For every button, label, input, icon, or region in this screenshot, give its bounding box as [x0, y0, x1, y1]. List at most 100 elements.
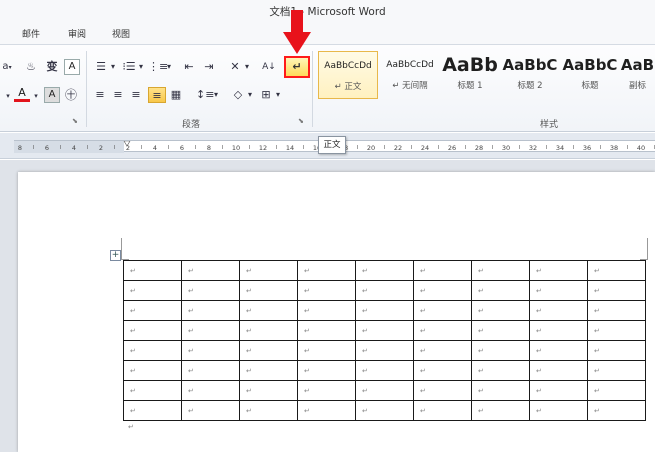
table-cell[interactable]: ↵: [471, 400, 530, 421]
document-table[interactable]: ↵ ↵ ↵ ↵ ↵ ↵ ↵ ↵ ↵ ↵ ↵ ↵ ↵ ↵ ↵ ↵ ↵ ↵ ↵ ↵ ↵ ↵ ↵ ↵ ↵ ↵ ↵ ↵ ↵ ↵ ↵ ↵ ↵ ↵ ↵ ↵ ↵ ↵ ↵ ↵…: [123, 260, 646, 421]
increase-indent-icon[interactable]: ⇥: [200, 59, 218, 75]
table-cell[interactable]: ↵: [181, 320, 240, 341]
table-cell[interactable]: ↵: [239, 360, 298, 381]
table-cell[interactable]: ↵: [181, 400, 240, 421]
align-center-icon[interactable]: ≡: [110, 87, 126, 103]
table-cell[interactable]: ↵: [239, 260, 298, 281]
bullets-dropdown-icon[interactable]: ▾: [109, 59, 117, 75]
table-cell[interactable]: ↵: [529, 340, 588, 361]
sort-button[interactable]: A↓: [260, 59, 278, 75]
table-cell[interactable]: ↵: [239, 300, 298, 321]
table-cell[interactable]: ↵: [471, 280, 530, 301]
table-cell[interactable]: ↵: [471, 380, 530, 401]
table-cell[interactable]: ↵: [529, 260, 588, 281]
table-cell[interactable]: ↵: [181, 340, 240, 361]
shading-dropdown-icon[interactable]: ▾: [246, 87, 254, 103]
table-cell[interactable]: ↵: [587, 340, 646, 361]
table-cell[interactable]: ↵: [529, 300, 588, 321]
table-cell[interactable]: ↵: [587, 280, 646, 301]
table-cell[interactable]: ↵: [123, 260, 182, 281]
table-cell[interactable]: ↵: [297, 340, 356, 361]
table-cell[interactable]: ↵: [587, 300, 646, 321]
enclosed-character-icon[interactable]: ㊉: [62, 87, 80, 103]
justify-icon[interactable]: ≡: [148, 87, 166, 103]
tab-mailings[interactable]: 邮件: [22, 27, 40, 40]
table-cell[interactable]: ↵: [413, 360, 472, 381]
table-cell[interactable]: ↵: [239, 400, 298, 421]
font-color-dropdown-icon[interactable]: ▾: [32, 88, 40, 104]
chinese-layout-icon[interactable]: ✕: [226, 59, 244, 75]
multilevel-dropdown-icon[interactable]: ▾: [165, 59, 173, 75]
table-cell[interactable]: ↵: [123, 280, 182, 301]
bullets-icon[interactable]: ☰: [92, 59, 110, 75]
table-cell[interactable]: ↵: [355, 360, 414, 381]
table-cell[interactable]: ↵: [413, 320, 472, 341]
table-cell[interactable]: ↵: [471, 300, 530, 321]
table-cell[interactable]: ↵: [355, 380, 414, 401]
numbering-dropdown-icon[interactable]: ▾: [137, 59, 145, 75]
table-cell[interactable]: ↵: [355, 300, 414, 321]
table-cell[interactable]: ↵: [529, 280, 588, 301]
tab-review[interactable]: 审阅: [68, 27, 86, 40]
table-cell[interactable]: ↵: [355, 340, 414, 361]
table-cell[interactable]: ↵: [355, 280, 414, 301]
table-cell[interactable]: ↵: [297, 260, 356, 281]
table-cell[interactable]: ↵: [413, 300, 472, 321]
decrease-indent-icon[interactable]: ⇤: [180, 59, 198, 75]
table-cell[interactable]: ↵: [471, 320, 530, 341]
table-cell[interactable]: ↵: [239, 320, 298, 341]
change-case-button[interactable]: a▾: [0, 59, 14, 75]
table-cell[interactable]: ↵: [123, 400, 182, 421]
style-title[interactable]: AaBbC 标题: [560, 51, 620, 99]
table-cell[interactable]: ↵: [181, 260, 240, 281]
numbering-icon[interactable]: ⁝☰: [120, 59, 138, 75]
style-no-spacing[interactable]: AaBbCcDd ↵ 无间隔: [380, 51, 440, 99]
paragraph-dialog-launcher-icon[interactable]: ⬊: [298, 117, 304, 125]
table-cell[interactable]: ↵: [181, 360, 240, 381]
table-cell[interactable]: ↵: [471, 340, 530, 361]
font-dropdown-arrow-icon[interactable]: ▾: [2, 88, 14, 104]
table-cell[interactable]: ↵: [239, 380, 298, 401]
multilevel-list-icon[interactable]: ⋮≡: [148, 59, 168, 75]
table-cell[interactable]: ↵: [529, 380, 588, 401]
table-cell[interactable]: ↵: [123, 300, 182, 321]
table-cell[interactable]: ↵: [587, 260, 646, 281]
table-cell[interactable]: ↵: [355, 320, 414, 341]
character-shading-icon[interactable]: A: [44, 87, 60, 103]
character-border-icon[interactable]: A: [64, 59, 80, 75]
font-dialog-launcher-icon[interactable]: ⬊: [72, 117, 78, 125]
align-left-icon[interactable]: ≡: [92, 87, 108, 103]
table-cell[interactable]: ↵: [181, 280, 240, 301]
table-cell[interactable]: ↵: [123, 340, 182, 361]
table-cell[interactable]: ↵: [123, 380, 182, 401]
table-cell[interactable]: ↵: [297, 400, 356, 421]
style-subtitle[interactable]: AaB 副标: [620, 51, 655, 99]
table-cell[interactable]: ↵: [355, 400, 414, 421]
table-cell[interactable]: ↵: [297, 380, 356, 401]
table-cell[interactable]: ↵: [587, 400, 646, 421]
table-cell[interactable]: ↵: [529, 360, 588, 381]
chinese-layout-dropdown-icon[interactable]: ▾: [243, 59, 251, 75]
table-cell[interactable]: ↵: [413, 280, 472, 301]
table-cell[interactable]: ↵: [181, 300, 240, 321]
table-cell[interactable]: ↵: [413, 340, 472, 361]
table-cell[interactable]: ↵: [587, 360, 646, 381]
table-cell[interactable]: ↵: [471, 360, 530, 381]
tab-view[interactable]: 视图: [112, 27, 130, 40]
table-cell[interactable]: ↵: [587, 320, 646, 341]
table-cell[interactable]: ↵: [587, 380, 646, 401]
table-cell[interactable]: ↵: [297, 360, 356, 381]
table-cell[interactable]: ↵: [297, 300, 356, 321]
table-cell[interactable]: ↵: [297, 320, 356, 341]
table-move-handle-icon[interactable]: +: [110, 250, 121, 261]
table-cell[interactable]: ↵: [413, 380, 472, 401]
align-right-icon[interactable]: ≡: [128, 87, 144, 103]
font-color-button[interactable]: A: [14, 86, 30, 102]
style-normal[interactable]: AaBbCcDd ↵ 正文: [318, 51, 378, 99]
borders-dropdown-icon[interactable]: ▾: [274, 87, 282, 103]
table-cell[interactable]: ↵: [471, 260, 530, 281]
table-cell[interactable]: ↵: [181, 380, 240, 401]
table-cell[interactable]: ↵: [297, 280, 356, 301]
phonetic-guide-icon[interactable]: 变: [42, 59, 62, 75]
style-heading-2[interactable]: AaBbC 标题 2: [500, 51, 560, 99]
